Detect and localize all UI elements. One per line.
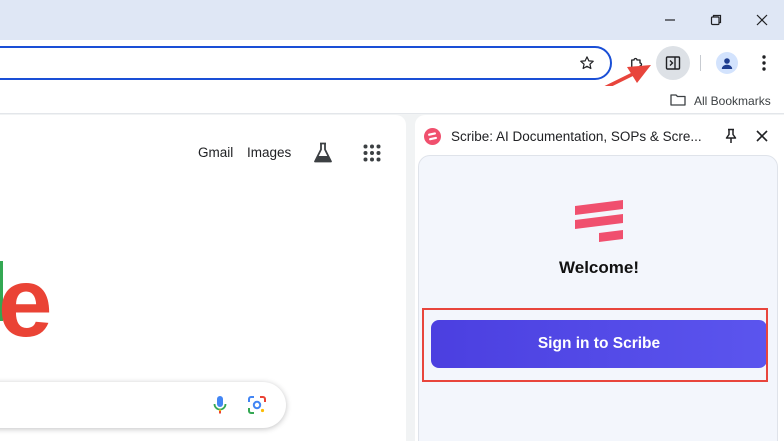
close-icon[interactable] <box>752 10 772 30</box>
title-bar <box>0 0 784 40</box>
search-box[interactable] <box>0 382 286 428</box>
more-menu-icon[interactable] <box>754 52 774 74</box>
apps-grid-icon[interactable] <box>363 144 381 167</box>
google-homepage: Gmail Images e <box>0 115 406 441</box>
side-panel-title: Scribe: AI Documentation, SOPs & Scre... <box>451 129 702 144</box>
folder-icon <box>670 93 686 109</box>
profile-icon[interactable] <box>716 52 738 74</box>
side-panel-icon[interactable] <box>656 46 690 80</box>
address-bar[interactable] <box>0 46 612 80</box>
mic-icon[interactable] <box>213 395 227 420</box>
side-panel: Scribe: AI Documentation, SOPs & Scre...… <box>415 115 784 441</box>
panel-close-icon[interactable] <box>756 129 768 147</box>
minimize-icon[interactable] <box>660 10 680 30</box>
welcome-heading: Welcome! <box>559 258 639 277</box>
scribe-brand-icon <box>569 196 629 247</box>
labs-flask-icon[interactable] <box>313 142 333 169</box>
annotation-highlight-box <box>422 308 768 382</box>
toolbar-divider <box>700 55 701 71</box>
scribe-logo-icon <box>424 128 441 150</box>
restore-icon[interactable] <box>706 10 726 30</box>
google-logo: e <box>0 247 53 357</box>
lens-icon[interactable] <box>247 395 267 420</box>
bookmarks-bar: All Bookmarks <box>0 86 784 114</box>
all-bookmarks-label: All Bookmarks <box>694 94 771 108</box>
images-link[interactable]: Images <box>247 145 291 160</box>
scribe-extension-content: Welcome! Sign in to Scribe <box>418 155 778 441</box>
pin-icon[interactable] <box>724 128 738 149</box>
all-bookmarks-button[interactable]: All Bookmarks <box>670 93 771 109</box>
gmail-link[interactable]: Gmail <box>198 145 233 160</box>
